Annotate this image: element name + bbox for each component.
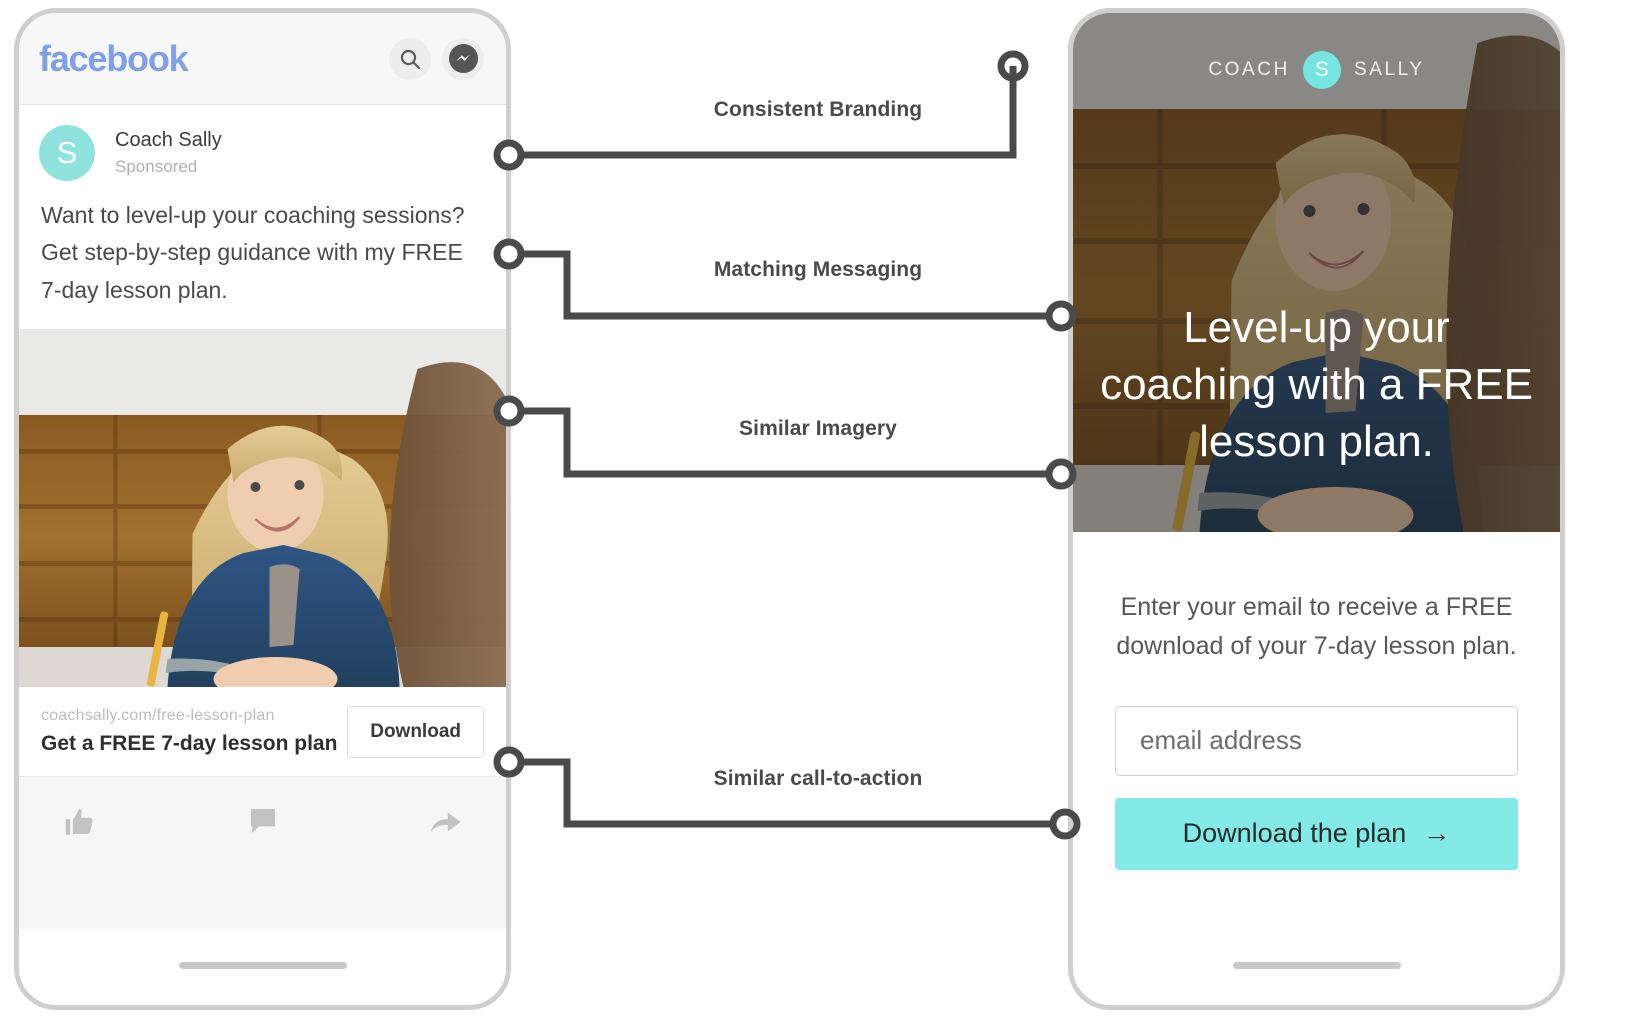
brand-word-sally: SALLY	[1353, 59, 1425, 80]
connector-dot-left-imagery	[493, 395, 525, 427]
connector-dot-right-messaging	[1045, 300, 1077, 332]
connector-dot-left-messaging	[493, 238, 525, 270]
comparison-diagram: facebook S Coach Sally Sponsored Want to…	[0, 0, 1632, 1018]
annotation-similar-imagery: Similar Imagery	[739, 417, 897, 440]
connector-dot-left-cta	[493, 746, 525, 778]
brand-badge: S	[1302, 51, 1341, 89]
landing-headline: Level-up your coaching with a FREE lesso…	[1100, 303, 1533, 467]
annotation-connectors	[493, 50, 1081, 840]
landing-brand-lockup: COACH S SALLY	[1073, 51, 1560, 89]
annotation-consistent-branding: Consistent Branding	[713, 98, 923, 121]
annotation-matching-messaging: Matching Messaging	[713, 258, 923, 281]
annotation-similar-call-to-action: Similar call-to-action	[713, 767, 923, 790]
connector-dot-right-imagery	[1045, 458, 1077, 490]
connector-dot-right-cta	[1049, 808, 1081, 840]
brand-word-coach: COACH	[1208, 59, 1290, 80]
connector-dot-left-branding	[493, 139, 525, 171]
